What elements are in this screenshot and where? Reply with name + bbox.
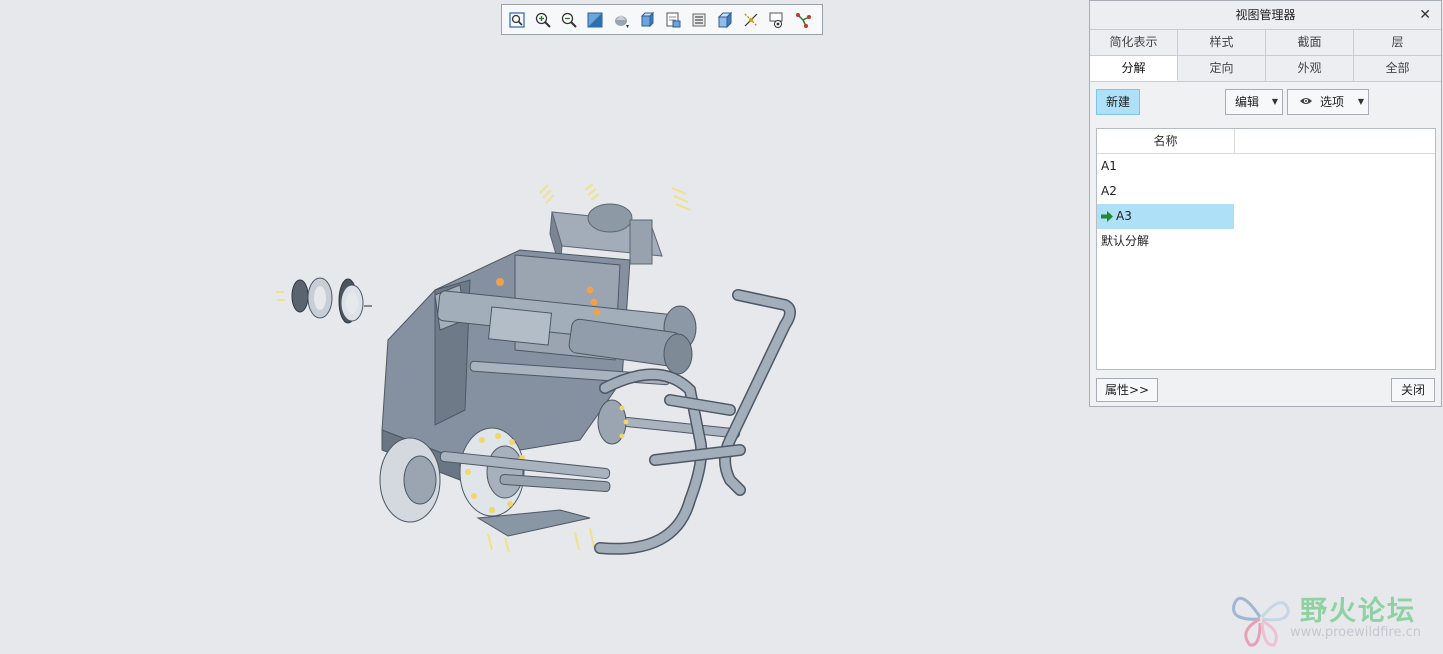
left-bearing-stack [276,277,372,324]
list-item[interactable]: A1 [1097,154,1234,179]
new-button[interactable]: 新建 [1096,89,1140,115]
tab-row-1: 简化表示 样式 截面 层 [1090,30,1441,56]
tab-row-2: 分解 定向 外观 全部 [1090,56,1441,82]
list-item[interactable]: 默认分解 [1097,229,1234,254]
list-header: 名称 [1097,129,1435,154]
explode-state-list: 名称 A1 A2 A3 默认分解 [1096,128,1436,370]
view-toolbar [501,4,823,35]
tab-section[interactable]: 截面 [1266,30,1354,55]
display-style-icon[interactable] [610,9,632,31]
exploded-assembly-model[interactable] [260,160,820,570]
list-item[interactable]: A2 [1097,179,1234,204]
bottom-plate [476,509,595,553]
list-item-selected[interactable]: A3 [1097,204,1234,229]
layers-icon[interactable] [688,9,710,31]
options-label: 选项 [1320,95,1345,109]
list-item-label: A2 [1101,184,1117,198]
tab-explode[interactable]: 分解 [1090,56,1178,81]
active-arrow-icon [1101,211,1113,222]
view-manager-icon[interactable] [714,9,736,31]
datum-display-icon[interactable] [740,9,762,31]
properties-button[interactable]: 属性>> [1096,378,1158,402]
action-row: 新建 编辑 ▼ 选项 ▼ [1090,82,1441,122]
close-button[interactable]: 关闭 [1391,378,1435,402]
close-icon[interactable]: ✕ [1419,1,1431,29]
tab-orient[interactable]: 定向 [1178,56,1266,81]
edit-label: 编辑 [1235,95,1260,109]
column-header-name[interactable]: 名称 [1097,129,1235,153]
refit-icon[interactable] [506,9,528,31]
list-item-label: A3 [1116,209,1132,223]
edit-dropdown[interactable]: 编辑 ▼ [1225,89,1283,115]
caret-down-icon: ▼ [1357,97,1364,106]
butterfly-logo-icon [1232,596,1290,647]
zoom-in-icon[interactable] [532,9,554,31]
view-manager-dialog: 视图管理器 ✕ 简化表示 样式 截面 层 分解 定向 外观 全部 新建 编辑 ▼… [1089,0,1442,407]
annotation-display-icon[interactable] [766,9,788,31]
repaint-icon[interactable] [584,9,606,31]
caret-down-icon: ▼ [1271,97,1278,106]
eye-icon [1300,98,1312,104]
forum-watermark: 野火论坛 www.proewildfire.cn [1228,585,1438,649]
tab-layer[interactable]: 层 [1354,30,1441,55]
tab-appearance[interactable]: 外观 [1266,56,1354,81]
tab-style[interactable]: 样式 [1178,30,1266,55]
tab-simplified-rep[interactable]: 简化表示 [1090,30,1178,55]
spin-center-icon[interactable] [792,9,814,31]
tab-all[interactable]: 全部 [1354,56,1441,81]
watermark-text: 野火论坛 [1300,596,1416,627]
zoom-out-icon[interactable] [558,9,580,31]
saved-orientations-icon[interactable] [636,9,658,31]
dialog-title-bar: 视图管理器 ✕ [1090,1,1441,30]
watermark-url: www.proewildfire.cn [1290,625,1421,640]
side-bearing [597,399,629,445]
named-views-icon[interactable] [662,9,684,31]
options-dropdown[interactable]: 选项 ▼ [1287,89,1369,115]
list-item-label: 默认分解 [1101,234,1150,248]
dialog-title: 视图管理器 [1235,8,1296,22]
list-item-label: A1 [1101,159,1117,173]
